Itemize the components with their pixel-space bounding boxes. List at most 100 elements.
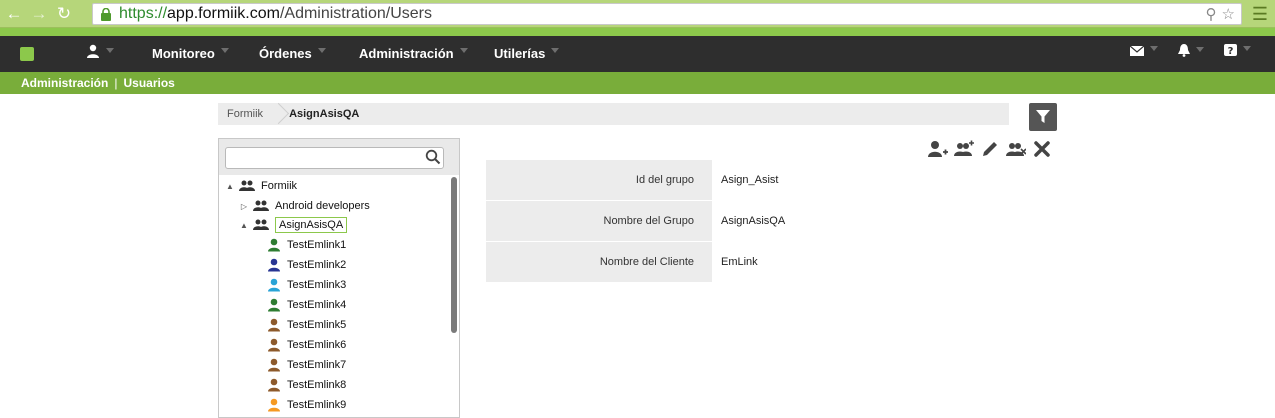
- chevron-down-icon: [551, 48, 560, 54]
- tree-node-label: TestEmlink4: [287, 299, 347, 311]
- brand-strip: [0, 28, 1275, 36]
- breadcrumb-page[interactable]: Usuarios: [123, 76, 174, 90]
- tree-node-label: Formiik: [261, 180, 298, 192]
- user-icon: [268, 398, 280, 412]
- nav-label: Utilerías: [494, 46, 546, 61]
- user-icon: [268, 318, 280, 332]
- tree-node-label: TestEmlink6: [287, 339, 347, 351]
- detail-row: Id del grupo Asign_Asist: [486, 160, 1058, 200]
- user-icon: [268, 278, 280, 292]
- tree-node-label: TestEmlink1: [287, 239, 347, 251]
- detail-label: Id del grupo: [486, 160, 712, 200]
- group-icon: [239, 180, 255, 191]
- address-bar[interactable]: https://app.formiik.com/Administration/U…: [92, 3, 1242, 25]
- bookmark-star-icon[interactable]: ☆: [1222, 5, 1235, 23]
- nav-administracion[interactable]: Administración: [359, 46, 468, 61]
- collapse-triangle-icon[interactable]: ▲: [225, 182, 235, 191]
- tree-node-user[interactable]: TestEmlink5: [267, 315, 346, 335]
- tree-node-label: TestEmlink2: [287, 259, 347, 271]
- breadcrumb: Administración | Usuarios: [0, 72, 1275, 94]
- svg-text:?: ?: [1228, 46, 1234, 56]
- group-path: Formiik AsignAsisQA: [218, 103, 1009, 125]
- zoom-icon[interactable]: ⚲: [1206, 5, 1217, 23]
- nav-monitoreo[interactable]: Monitoreo: [152, 46, 229, 61]
- app-logo-icon[interactable]: [20, 47, 34, 61]
- tree-node-user[interactable]: TestEmlink8: [267, 375, 346, 395]
- group-settings-icon[interactable]: [1006, 140, 1026, 158]
- nav-label: Administración: [359, 46, 454, 61]
- chevron-down-icon: [106, 47, 114, 53]
- tree-node-user[interactable]: TestEmlink2: [267, 255, 346, 275]
- tree-node-label: TestEmlink3: [287, 279, 347, 291]
- url-host: app.formiik.com: [167, 5, 280, 22]
- tree-search-bar: [219, 139, 459, 175]
- user-icon: [268, 358, 280, 372]
- tree-node-user[interactable]: TestEmlink9: [267, 395, 346, 415]
- group-tree-panel: ▲ Formiik ▷ Android developers ▲ AsignAs…: [218, 138, 460, 418]
- path-separator-icon: [275, 103, 285, 125]
- user-icon: [268, 298, 280, 312]
- user-icon: [268, 238, 280, 252]
- tree-node-group-selected[interactable]: ▲ AsignAsisQA: [239, 215, 348, 235]
- tree-node-label: TestEmlink8: [287, 379, 347, 391]
- pencil-icon[interactable]: [980, 140, 1000, 158]
- main-navbar: Monitoreo Órdenes Administración Utilerí…: [0, 28, 1275, 72]
- reload-icon[interactable]: ↻: [53, 3, 75, 25]
- delete-icon[interactable]: [1032, 140, 1052, 158]
- expand-triangle-icon[interactable]: ▷: [239, 202, 249, 211]
- filter-button[interactable]: [1029, 103, 1057, 131]
- detail-label: Nombre del Grupo: [486, 201, 712, 241]
- tree-node-label: AsignAsisQA: [275, 217, 348, 233]
- chevron-down-icon: [1243, 46, 1251, 52]
- group-actions-toolbar: [928, 139, 1052, 159]
- url-path: /Administration/Users: [279, 5, 432, 22]
- nav-ordenes[interactable]: Órdenes: [259, 46, 326, 61]
- nav-utilerias[interactable]: Utilerías: [494, 46, 560, 61]
- collapse-triangle-icon[interactable]: ▲: [239, 221, 249, 230]
- url-text: https://app.formiik.com/Administration/U…: [119, 5, 432, 23]
- browser-toolbar: ← → ↻ https://app.formiik.com/Administra…: [0, 0, 1275, 28]
- forward-arrow-icon[interactable]: →: [28, 3, 50, 25]
- tree-node-label: TestEmlink5: [287, 319, 347, 331]
- chevron-down-icon: [1150, 46, 1158, 52]
- breadcrumb-section[interactable]: Administración: [21, 76, 108, 90]
- funnel-icon: [1036, 110, 1050, 123]
- help-menu[interactable]: ?: [1224, 44, 1251, 59]
- breadcrumb-separator: |: [114, 76, 118, 90]
- search-icon[interactable]: [425, 149, 441, 165]
- tree-node-label: TestEmlink9: [287, 399, 347, 411]
- path-root[interactable]: Formiik: [218, 108, 275, 120]
- nav-label: Monitoreo: [152, 46, 215, 61]
- tree-node-root[interactable]: ▲ Formiik: [225, 176, 297, 196]
- tree-search-input[interactable]: [225, 147, 444, 169]
- notifications-menu[interactable]: [1178, 44, 1204, 60]
- detail-value: Asign_Asist: [712, 160, 1058, 200]
- chevron-down-icon: [459, 48, 468, 54]
- tree-scrollbar[interactable]: [451, 177, 457, 333]
- back-arrow-icon[interactable]: ←: [3, 3, 25, 25]
- user-icon: [268, 378, 280, 392]
- nav-label: Órdenes: [259, 46, 312, 61]
- chevron-down-icon: [317, 48, 326, 54]
- help-icon: ?: [1224, 44, 1237, 57]
- add-user-icon[interactable]: [928, 140, 948, 158]
- envelope-icon: [1129, 45, 1145, 56]
- tree-node-user[interactable]: TestEmlink3: [267, 275, 346, 295]
- user-menu[interactable]: [86, 44, 114, 62]
- tree-node-group[interactable]: ▷ Android developers: [239, 196, 370, 216]
- tree-node-user[interactable]: TestEmlink1: [267, 235, 346, 255]
- chevron-down-icon: [1196, 47, 1204, 53]
- chevron-down-icon: [220, 48, 229, 54]
- tree-node-user[interactable]: TestEmlink4: [267, 295, 346, 315]
- lock-icon: [99, 7, 113, 21]
- tree-node-user[interactable]: TestEmlink7: [267, 355, 346, 375]
- messages-menu[interactable]: [1129, 44, 1158, 59]
- add-group-icon[interactable]: [954, 140, 974, 158]
- browser-menu-icon[interactable]: ☰: [1249, 3, 1271, 25]
- tree-node-label: Android developers: [275, 200, 370, 212]
- tree-node-user[interactable]: TestEmlink6: [267, 335, 346, 355]
- user-icon: [268, 258, 280, 272]
- path-current: AsignAsisQA: [289, 108, 360, 120]
- detail-label: Nombre del Cliente: [486, 242, 712, 282]
- user-icon: [268, 338, 280, 352]
